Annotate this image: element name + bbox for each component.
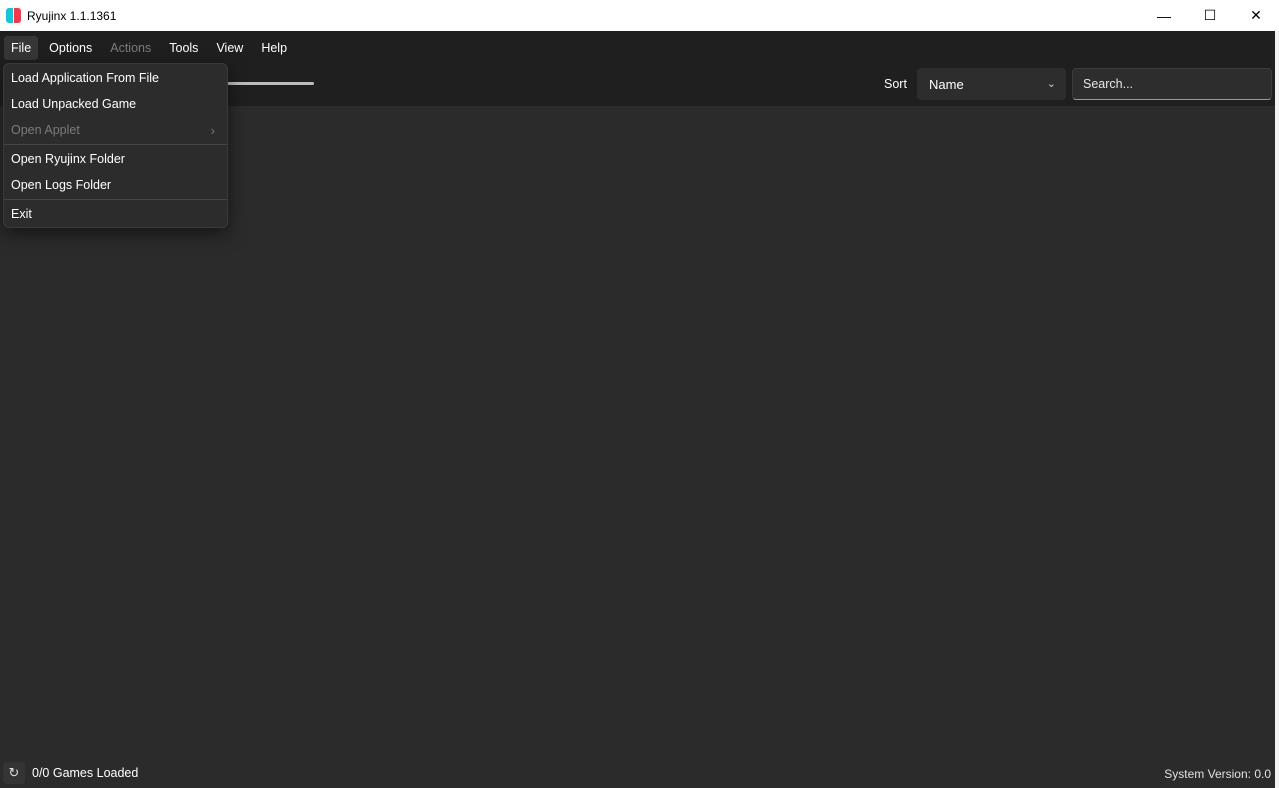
menu-item-label: Open Logs Folder [11, 178, 112, 192]
system-version: System Version: 0.0 [1164, 767, 1271, 781]
menu-view[interactable]: View [209, 36, 250, 60]
menu-item-label: Load Unpacked Game [11, 97, 137, 111]
window-controls: — ☐ ✕ [1141, 0, 1279, 31]
refresh-button[interactable]: ↻ [3, 762, 25, 784]
ryujinx-logo-icon [6, 8, 21, 23]
games-loaded-status: 0/0 Games Loaded [32, 766, 139, 780]
chevron-right-icon: › [210, 122, 215, 138]
window-title: Ryujinx 1.1.1361 [27, 8, 117, 23]
close-button[interactable]: ✕ [1233, 0, 1279, 31]
refresh-icon: ↻ [8, 765, 20, 780]
menu-separator [4, 144, 227, 145]
menu-item-open-applet[interactable]: Open Applet › [4, 117, 227, 143]
grid-size-slider[interactable] [226, 82, 314, 85]
menu-item-exit[interactable]: Exit [4, 201, 227, 227]
file-menu-dropdown: Load Application From File Load Unpacked… [3, 63, 228, 228]
menu-item-load-unpacked-game[interactable]: Load Unpacked Game [4, 91, 227, 117]
menu-item-label: Open Applet [11, 123, 80, 137]
menu-actions[interactable]: Actions [103, 36, 158, 60]
menu-tools[interactable]: Tools [162, 36, 205, 60]
sort-dropdown[interactable]: Name ⌄ [917, 68, 1066, 100]
menu-options[interactable]: Options [42, 36, 99, 60]
menu-separator [4, 199, 227, 200]
window-edge [1275, 31, 1279, 788]
menu-bar: File Options Actions Tools View Help [0, 31, 1279, 65]
menu-item-label: Open Ryujinx Folder [11, 152, 125, 166]
menu-item-open-ryujinx-folder[interactable]: Open Ryujinx Folder [4, 146, 227, 172]
menu-item-label: Load Application From File [11, 71, 159, 85]
menu-item-load-application[interactable]: Load Application From File [4, 65, 227, 91]
menu-item-label: Exit [11, 207, 32, 221]
menu-file[interactable]: File [4, 36, 39, 60]
search-input[interactable] [1072, 68, 1272, 100]
minimize-button[interactable]: — [1141, 0, 1187, 31]
status-bar: ↻ 0/0 Games Loaded System Version: 0.0 [0, 758, 1275, 788]
title-bar: Ryujinx 1.1.1361 — ☐ ✕ [0, 0, 1279, 31]
menu-help[interactable]: Help [254, 36, 294, 60]
menu-item-open-logs-folder[interactable]: Open Logs Folder [4, 172, 227, 198]
chevron-down-icon: ⌄ [1046, 78, 1056, 90]
maximize-button[interactable]: ☐ [1187, 0, 1233, 31]
sort-value: Name [929, 76, 964, 92]
sort-label: Sort [884, 77, 907, 91]
